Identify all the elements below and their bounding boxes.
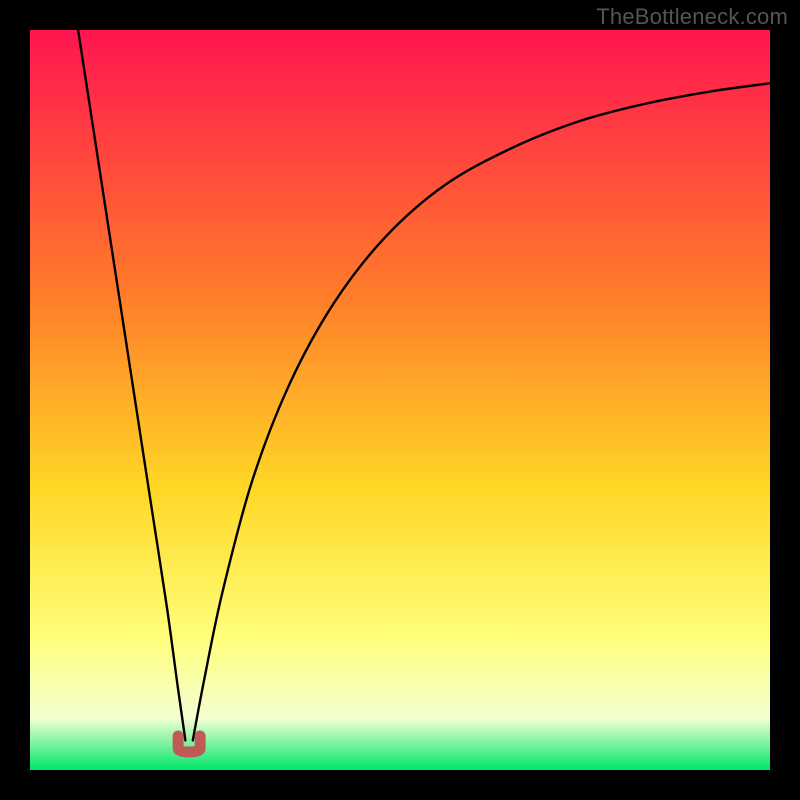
- chart-frame: TheBottleneck.com: [0, 0, 800, 800]
- chart-svg: [30, 30, 770, 770]
- plot-area: [30, 30, 770, 770]
- gradient-background: [30, 30, 770, 770]
- watermark-text: TheBottleneck.com: [596, 4, 788, 30]
